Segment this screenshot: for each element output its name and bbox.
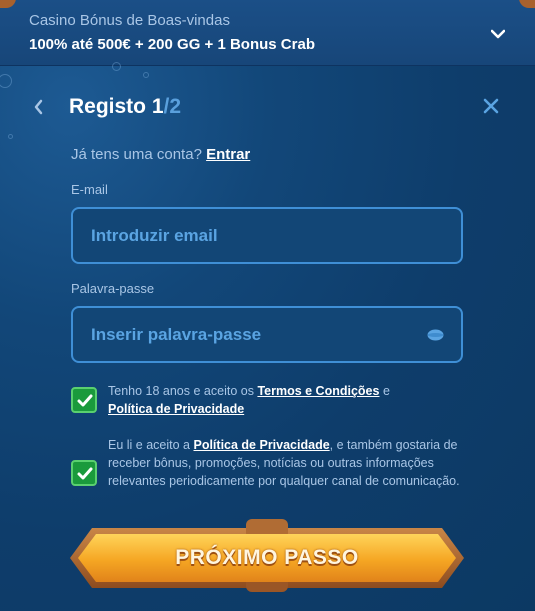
email-field-wrapper [71, 207, 463, 264]
page-title: Registo 1/2 [69, 95, 181, 119]
bubble-decoration [0, 74, 12, 88]
bubble-decoration [112, 62, 121, 71]
terms-text-before: Tenho 18 anos e aceito os [108, 384, 254, 398]
password-field[interactable] [91, 308, 421, 361]
terms-link[interactable]: Termos e Condições [257, 384, 379, 398]
back-arrow-icon[interactable] [31, 97, 47, 117]
next-step-button[interactable]: PRÓXIMO PASSO [78, 534, 456, 582]
bubble-decoration [8, 134, 13, 139]
login-prompt: Já tens uma conta? Entrar [71, 146, 250, 163]
password-label: Palavra-passe [71, 281, 155, 296]
terms-and: e [382, 384, 390, 398]
step-current: Registo 1 [69, 95, 164, 118]
login-prompt-text: Já tens uma conta? [71, 146, 202, 163]
login-link[interactable]: Entrar [206, 146, 250, 163]
email-label: E-mail [71, 182, 108, 197]
banner-title: 100% até 500€ + 200 GG + 1 Bonus Crab [29, 36, 315, 53]
next-step-button-wrapper: PRÓXIMO PASSO [70, 519, 464, 594]
close-icon[interactable] [483, 98, 499, 114]
terms-text: Tenho 18 anos e aceito os Termos e Condi… [108, 382, 468, 418]
button-cap-decoration [246, 519, 288, 535]
terms-checkbox[interactable] [71, 387, 97, 413]
next-step-label: PRÓXIMO PASSO [175, 546, 359, 569]
marketing-checkbox[interactable] [71, 460, 97, 486]
banner-corner-decoration [0, 0, 16, 8]
chevron-down-icon[interactable] [491, 27, 505, 41]
bonus-banner[interactable]: Casino Bónus de Boas-vindas 100% até 500… [0, 0, 535, 66]
banner-corner-decoration [519, 0, 535, 8]
marketing-text: Eu li e aceito a Política de Privacidade… [108, 436, 468, 490]
bubble-decoration [143, 72, 149, 78]
marketing-text-before: Eu li e aceito a [108, 438, 190, 452]
checkmark-icon [77, 394, 93, 407]
password-field-wrapper [71, 306, 463, 363]
marketing-privacy-link[interactable]: Política de Privacidade [193, 438, 329, 452]
checkmark-icon [77, 467, 93, 480]
banner-subtitle: Casino Bónus de Boas-vindas [29, 12, 230, 29]
eye-icon[interactable] [427, 329, 444, 341]
privacy-link[interactable]: Política de Privacidade [108, 402, 244, 416]
step-total: /2 [163, 95, 182, 118]
email-field[interactable] [91, 209, 421, 262]
